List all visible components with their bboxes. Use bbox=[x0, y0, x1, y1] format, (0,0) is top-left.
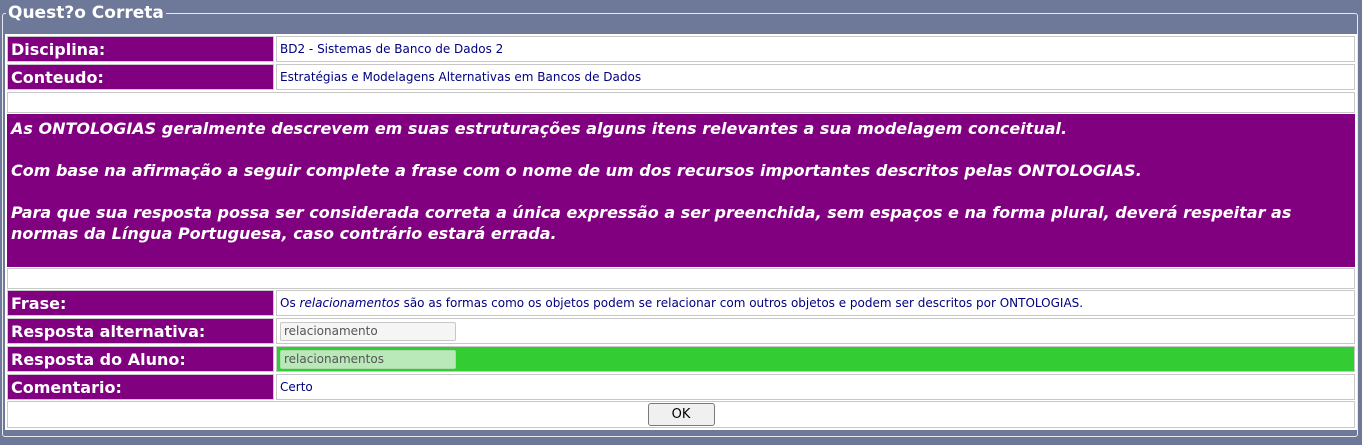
question-panel: Disciplina: BD2 - Sistemas de Banco de D… bbox=[5, 34, 1357, 430]
resposta-alternativa-label: Resposta alternativa: bbox=[7, 318, 274, 344]
comentario-label: Comentario: bbox=[7, 374, 274, 400]
fieldset-legend: Quest?o Correta bbox=[6, 2, 166, 24]
resposta-alternativa-row: Resposta alternativa: relacionamento bbox=[7, 318, 1355, 344]
frase-suffix: são as formas como os objetos podem se r… bbox=[403, 296, 1084, 310]
spacer-row-top bbox=[7, 92, 1355, 113]
ok-button[interactable]: OK bbox=[647, 403, 715, 426]
frase-prefix: Os bbox=[280, 296, 296, 310]
question-statement: As ONTOLOGIAS geralmente descrevem em su… bbox=[7, 114, 1355, 267]
comentario-row: Comentario: Certo bbox=[7, 374, 1355, 400]
frase-value: Os relacionamentos são as formas como os… bbox=[276, 290, 1355, 316]
spacer-row-bottom bbox=[7, 268, 1355, 289]
conteudo-row: Conteudo: Estratégias e Modelagens Alter… bbox=[7, 64, 1355, 90]
resposta-aluno-row: Resposta do Aluno: relacionamentos bbox=[7, 346, 1355, 372]
frase-row: Frase: Os relacionamentos são as formas … bbox=[7, 290, 1355, 316]
conteudo-label: Conteudo: bbox=[7, 64, 274, 90]
frase-label: Frase: bbox=[7, 290, 274, 316]
disciplina-label: Disciplina: bbox=[7, 36, 274, 62]
disciplina-row: Disciplina: BD2 - Sistemas de Banco de D… bbox=[7, 36, 1355, 62]
resposta-aluno-label: Resposta do Aluno: bbox=[7, 346, 274, 372]
resposta-alternativa-cell: relacionamento bbox=[276, 318, 1355, 344]
frase-highlight: relacionamentos bbox=[299, 296, 400, 310]
disciplina-value: BD2 - Sistemas de Banco de Dados 2 bbox=[276, 36, 1355, 62]
question-paragraph-1: As ONTOLOGIAS geralmente descrevem em su… bbox=[11, 119, 1068, 138]
conteudo-value: Estratégias e Modelagens Alternativas em… bbox=[276, 64, 1355, 90]
question-paragraph-2: Com base na afirmação a seguir complete … bbox=[11, 161, 1142, 180]
resposta-aluno-cell: relacionamentos bbox=[276, 346, 1355, 372]
resposta-alternativa-field[interactable]: relacionamento bbox=[280, 321, 456, 341]
button-row: OK bbox=[7, 401, 1355, 428]
resposta-aluno-field[interactable]: relacionamentos bbox=[280, 349, 456, 369]
comentario-value: Certo bbox=[276, 374, 1355, 400]
question-paragraph-3: Para que sua resposta possa ser consider… bbox=[11, 203, 1292, 243]
